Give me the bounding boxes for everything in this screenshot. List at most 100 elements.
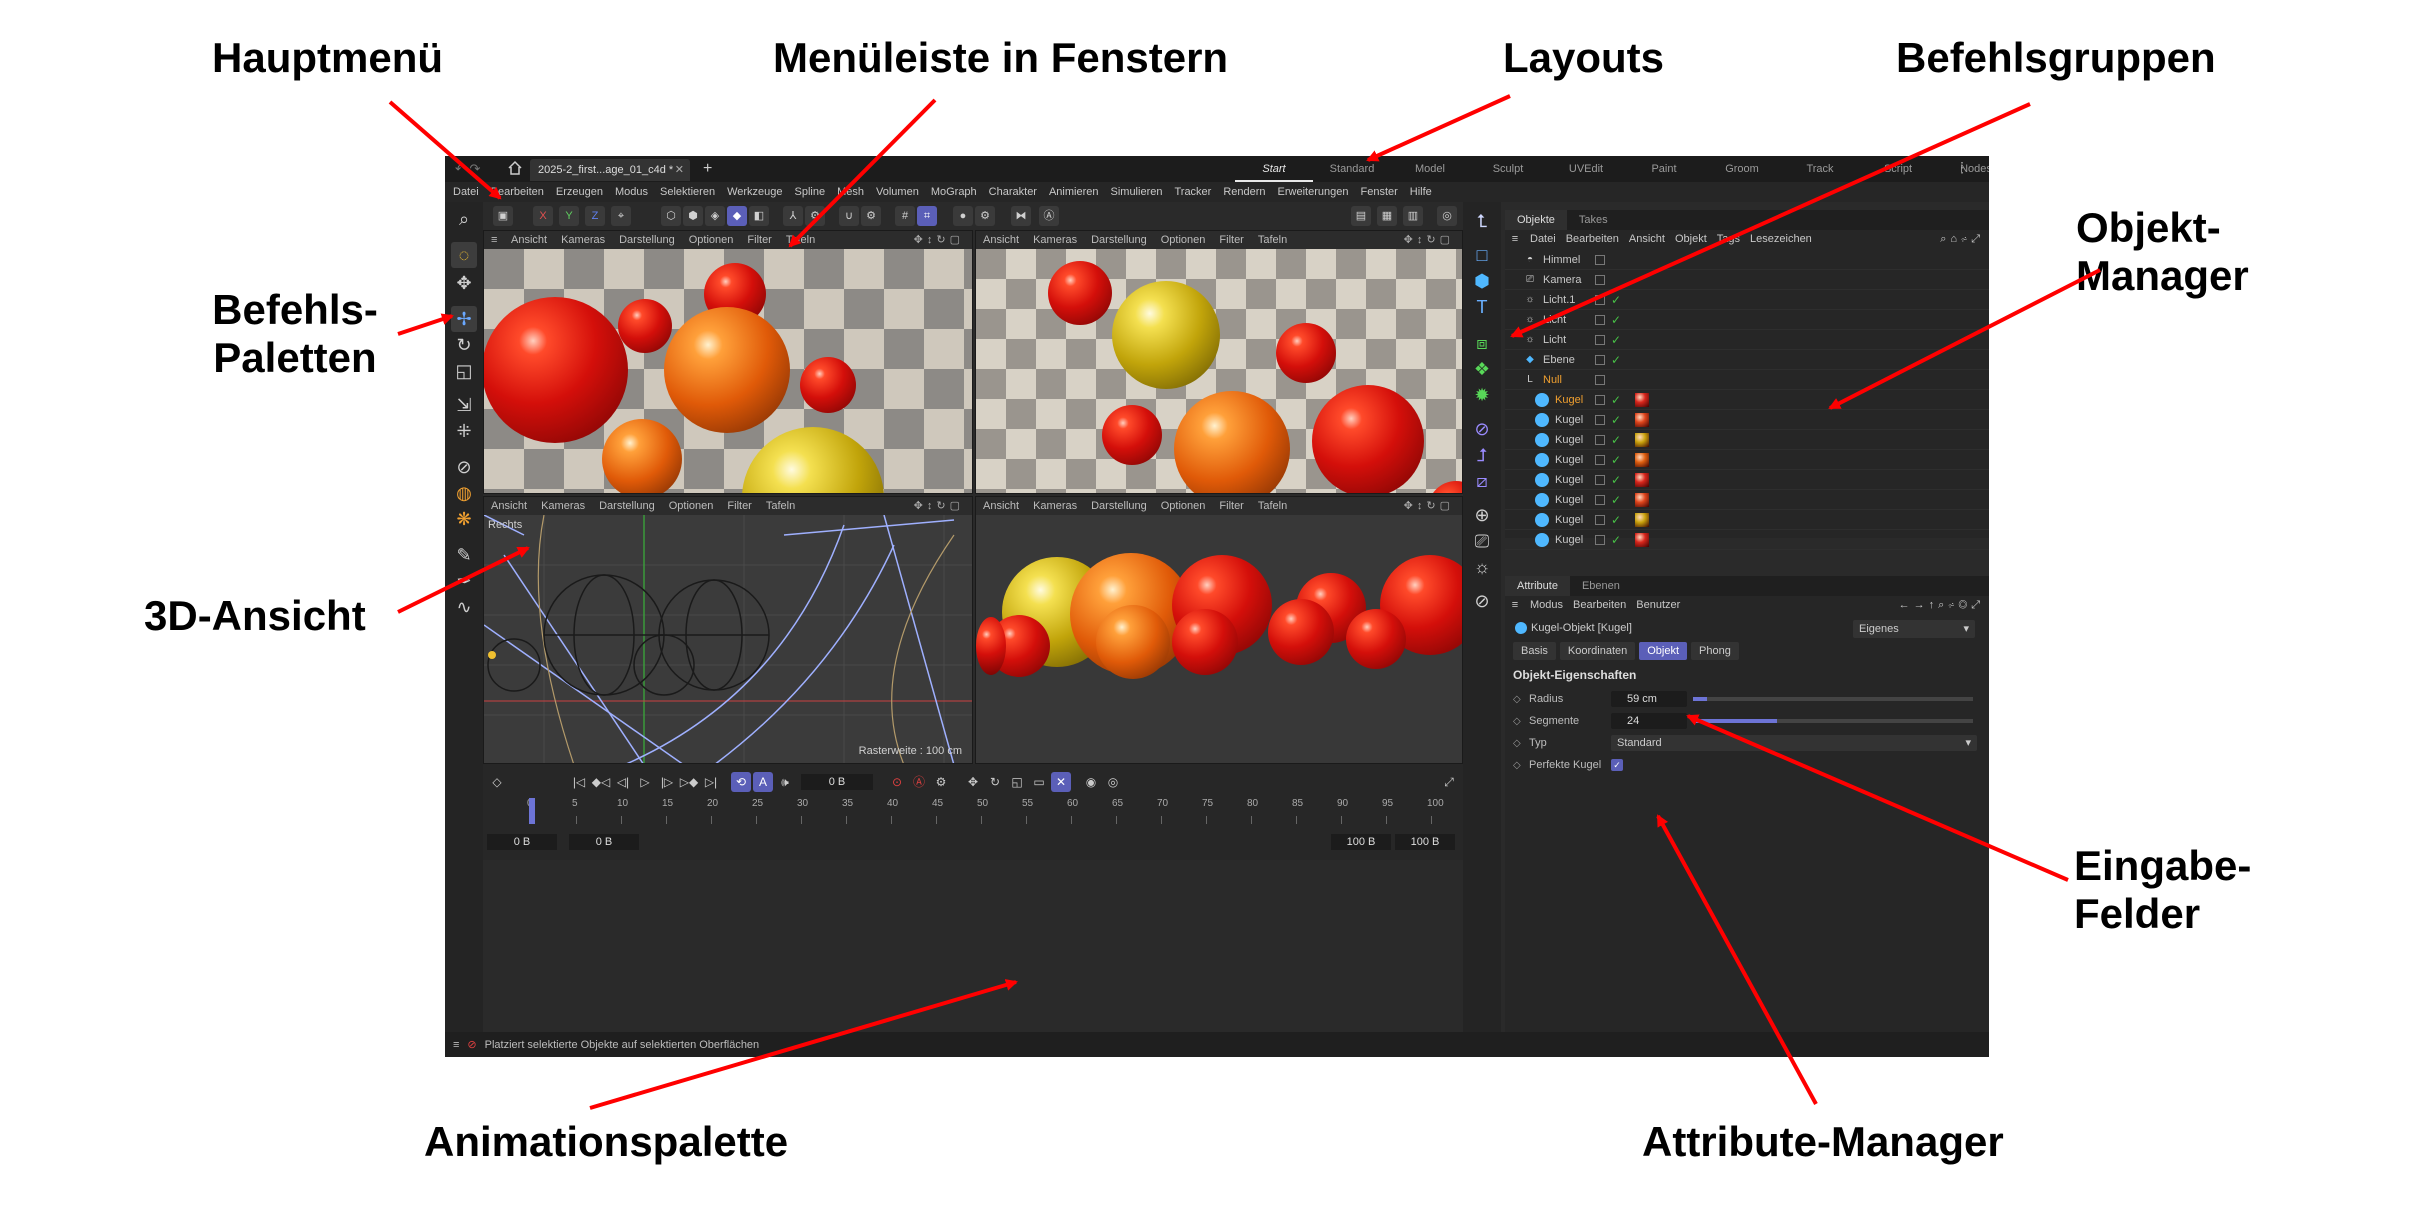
viewport-menu-tafeln[interactable]: Tafeln: [1251, 234, 1294, 246]
hamburger-icon[interactable]: ≡: [1505, 233, 1525, 245]
environment-icon[interactable]: ⊕: [1469, 502, 1495, 528]
symmetry-icon[interactable]: ⧓: [1011, 206, 1031, 226]
visibility-check-icon[interactable]: ✓: [1611, 333, 1625, 347]
text-tool-icon[interactable]: T: [1469, 294, 1495, 320]
timeline-ruler[interactable]: 0510152025303540455055606570758085909510…: [527, 798, 1451, 824]
subtab-phong[interactable]: Phong: [1691, 642, 1739, 660]
material-tag-icon[interactable]: [1635, 532, 1649, 547]
viewport-menu-ansicht[interactable]: Ansicht: [976, 234, 1026, 246]
viewport-menu-darstellung[interactable]: Darstellung: [1084, 500, 1154, 512]
transfer-tool-icon[interactable]: ⇲: [451, 392, 477, 418]
layer-box-icon[interactable]: [1595, 474, 1605, 485]
layer-box-icon[interactable]: [1595, 414, 1605, 425]
menu-modus[interactable]: Modus: [609, 186, 654, 198]
scale-tool-icon[interactable]: ◱: [451, 358, 477, 384]
cloner-icon[interactable]: ❖: [1469, 356, 1495, 382]
viewport-solo-icon[interactable]: ◎: [1437, 206, 1457, 226]
viewport-bottom-right[interactable]: Ansicht Kameras Darstellung Optionen Fil…: [975, 496, 1463, 764]
file-tab[interactable]: 2025-2_first...age_01_c4d * ✕: [530, 159, 690, 181]
viewport-menu-optionen[interactable]: Optionen: [1154, 500, 1213, 512]
tab-ebenen[interactable]: Ebenen: [1570, 576, 1632, 596]
key-pla-icon[interactable]: ✕: [1051, 772, 1071, 792]
material-tag-icon[interactable]: [1635, 472, 1649, 487]
settings-gear-icon[interactable]: ⚙: [805, 206, 825, 226]
deformer-icon[interactable]: ⊘: [1469, 416, 1495, 442]
next-key-icon[interactable]: ▷◆: [679, 772, 699, 792]
tweak-tool-icon[interactable]: ✥: [451, 270, 477, 296]
menu-erweiterungen[interactable]: Erweiterungen: [1272, 186, 1355, 198]
keyframe-icon[interactable]: ◇: [487, 772, 507, 792]
mode-dropdown[interactable]: Eigenes ▾: [1853, 620, 1975, 638]
tab-takes[interactable]: Takes: [1567, 210, 1620, 230]
menu-werkzeuge[interactable]: Werkzeuge: [721, 186, 788, 198]
layout-paint[interactable]: Paint: [1625, 156, 1703, 182]
add-tab-icon[interactable]: +: [703, 158, 712, 180]
viewport-menu-darstellung[interactable]: Darstellung: [1084, 234, 1154, 246]
compass-icon[interactable]: ⊘: [1469, 588, 1495, 614]
viewport-menu-filter[interactable]: Filter: [740, 234, 778, 246]
object-row[interactable]: Kugel ✓: [1505, 470, 1989, 490]
key-scale-icon[interactable]: ◱: [1007, 772, 1027, 792]
brush-select-icon[interactable]: ⊘: [451, 454, 477, 480]
object-row[interactable]: Kugel ✓: [1505, 510, 1989, 530]
material-tag-icon[interactable]: [1635, 512, 1649, 527]
snap-settings-icon[interactable]: ⚙: [861, 206, 881, 226]
pen-icon[interactable]: ✒: [451, 568, 477, 594]
light-icon[interactable]: ☼: [1469, 554, 1495, 580]
render-settings-icon[interactable]: ⚙: [975, 206, 995, 226]
spline-deformer-icon[interactable]: ⮥: [1469, 442, 1495, 468]
polygons-mode-icon[interactable]: ◈: [705, 206, 725, 226]
layer-box-icon[interactable]: [1595, 514, 1605, 525]
next-frame-icon[interactable]: |▷: [657, 772, 677, 792]
snap-tool-icon[interactable]: ⁜: [451, 418, 477, 444]
layout-script[interactable]: Script: [1859, 156, 1937, 182]
sculpt-icon[interactable]: Ⓐ: [1039, 206, 1059, 226]
points-mode-icon[interactable]: ⬡: [661, 206, 681, 226]
key-position-icon[interactable]: ✥: [963, 772, 983, 792]
object-row[interactable]: Kugel ✓: [1505, 530, 1989, 550]
type-dropdown[interactable]: Standard ▾: [1611, 735, 1977, 751]
am-nav-icons[interactable]: ←→↑⌕⩫◎⤢: [1894, 599, 1989, 612]
tab-attribute[interactable]: Attribute: [1505, 576, 1570, 596]
layer-box-icon[interactable]: [1595, 434, 1605, 445]
am-menu-bearbeiten[interactable]: Bearbeiten: [1568, 599, 1631, 611]
layer-box-icon[interactable]: [1595, 294, 1605, 305]
perfect-sphere-checkbox[interactable]: ✓: [1611, 759, 1623, 771]
current-frame-field[interactable]: 0 B: [801, 774, 873, 790]
layer-box-icon[interactable]: [1595, 534, 1605, 545]
axis-y-button[interactable]: Y: [559, 206, 579, 226]
start-frame-field[interactable]: 0 B: [487, 834, 557, 850]
null-object-icon[interactable]: ⮤: [1469, 208, 1495, 234]
render-picture-viewer-icon[interactable]: ▦: [1377, 206, 1397, 226]
layer-box-icon[interactable]: [1595, 334, 1605, 345]
hamburger-icon[interactable]: ≡: [484, 234, 504, 246]
timeline-expand-icon[interactable]: ⤢: [1439, 772, 1459, 792]
radius-slider[interactable]: [1693, 697, 1973, 701]
keyframe-diamond-icon[interactable]: ◇: [1513, 738, 1529, 749]
visibility-check-icon[interactable]: ✓: [1611, 453, 1625, 467]
key-settings-icon[interactable]: ⚙: [931, 772, 951, 792]
subtab-koordinaten[interactable]: Koordinaten: [1559, 642, 1636, 660]
visibility-check-icon[interactable]: ✓: [1611, 293, 1625, 307]
segments-slider[interactable]: [1693, 719, 1973, 723]
visibility-check-icon[interactable]: ✓: [1611, 393, 1625, 407]
om-menu-lesezeichen[interactable]: Lesezeichen: [1745, 233, 1817, 245]
axis-mode-icon[interactable]: ⅄: [783, 206, 803, 226]
prev-key-icon[interactable]: ◆◁: [591, 772, 611, 792]
layer-box-icon[interactable]: [1595, 454, 1605, 465]
viewport-menu-darstellung[interactable]: Darstellung: [612, 234, 682, 246]
layout-groom[interactable]: Groom: [1703, 156, 1781, 182]
search-icon[interactable]: ⌕: [451, 206, 477, 232]
object-row[interactable]: ☼ Licht ✓: [1505, 330, 1989, 350]
workplane-icon[interactable]: ⌗: [917, 206, 937, 226]
texture-mode-icon[interactable]: ◧: [749, 206, 769, 226]
viewport-menu-tafeln[interactable]: Tafeln: [759, 500, 802, 512]
visibility-check-icon[interactable]: ✓: [1611, 533, 1625, 547]
field-icon[interactable]: ⧄: [1469, 468, 1495, 494]
layout-sculpt[interactable]: Sculpt: [1469, 156, 1547, 182]
cube-outline-icon[interactable]: □: [1469, 242, 1495, 268]
undo-icon[interactable]: ↶ ↷: [455, 161, 480, 177]
motion-clip-icon[interactable]: ◎: [1103, 772, 1123, 792]
prev-frame-icon[interactable]: ◁|: [613, 772, 633, 792]
om-menu-bearbeiten[interactable]: Bearbeiten: [1561, 233, 1624, 245]
